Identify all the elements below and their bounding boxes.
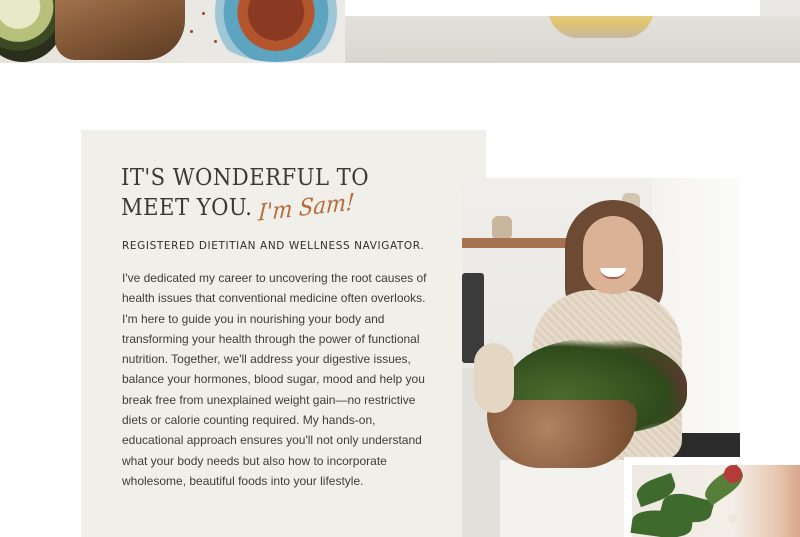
white-flower-shape <box>728 513 738 523</box>
arm-shape <box>474 343 514 413</box>
white-flower-shape <box>712 505 726 519</box>
intro-subtitle: REGISTERED DIETITIAN AND WELLNESS NAVIGA… <box>122 240 425 252</box>
pants-shape <box>500 460 630 537</box>
face-shape <box>583 216 643 294</box>
signature-text: I'm Sam! <box>257 189 356 227</box>
intro-bio: I've dedicated my career to uncovering t… <box>122 271 427 488</box>
intro-headline: IT'S WONDERFUL TO MEET YOU. I'm Sam! <box>121 163 425 227</box>
hero-overlay-card <box>345 0 760 16</box>
cutting-board-image <box>55 0 185 60</box>
spice-bowl-image <box>205 0 347 62</box>
red-flower-shape <box>724 465 742 483</box>
hero-food-photo <box>0 0 800 63</box>
wooden-bowl-image <box>487 400 637 468</box>
jar-image <box>492 216 512 238</box>
bouquet-image <box>630 464 800 537</box>
kitchen-shelf <box>462 238 572 248</box>
bouquet-photo <box>624 457 800 537</box>
